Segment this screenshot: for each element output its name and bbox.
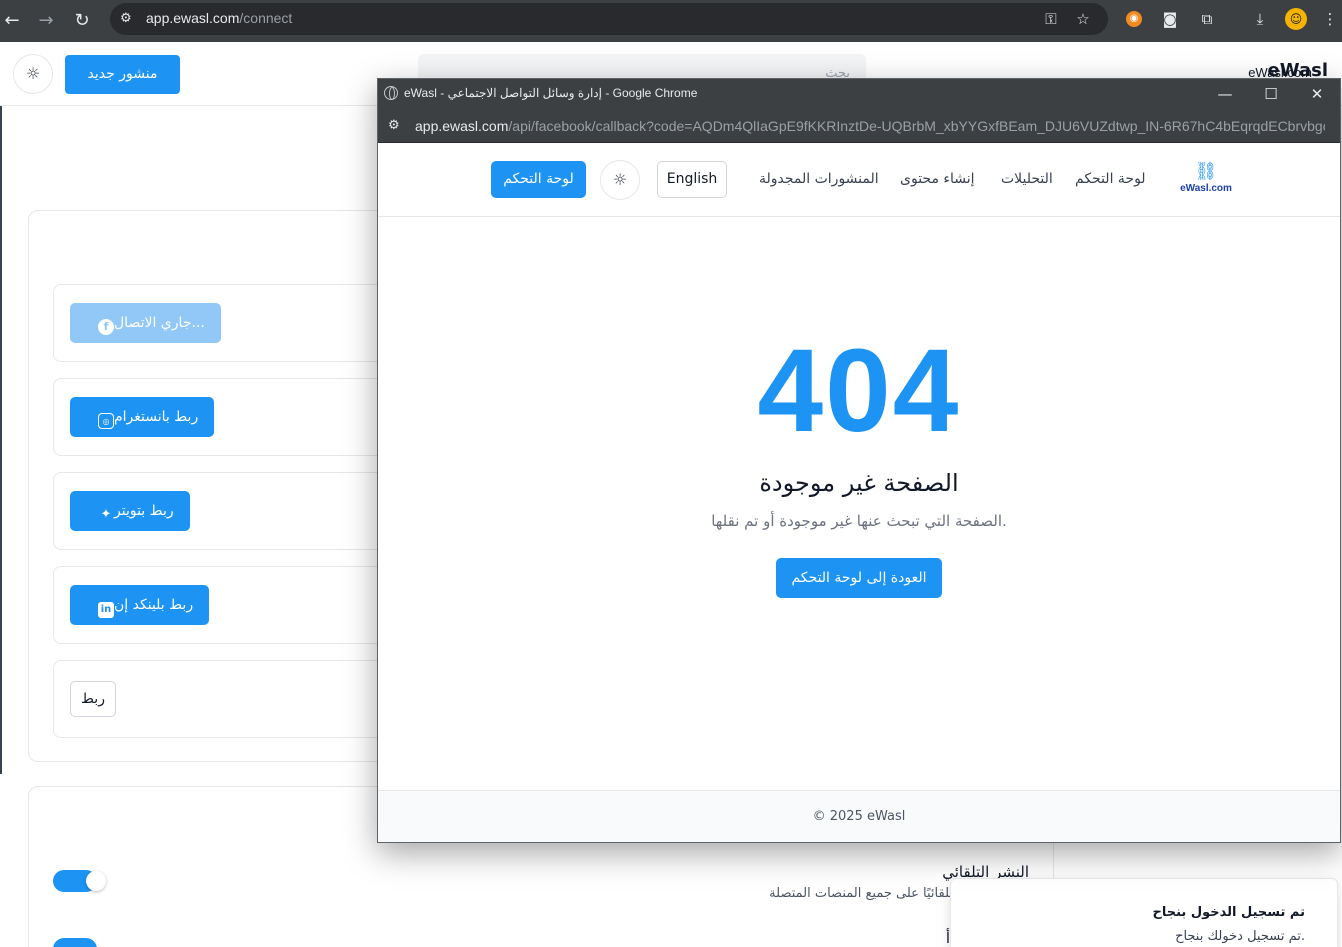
connect-button[interactable]: ربط [70, 681, 116, 717]
language-english-button[interactable]: English [657, 161, 727, 198]
back-arrow-icon[interactable]: ← [0, 9, 24, 33]
popup-address-bar[interactable]: ⚙ app.ewasl.com/api/facebook/callback?co… [378, 109, 1340, 143]
camera-extension-icon[interactable]: ◙ [1160, 9, 1180, 29]
logo-text: eWasl.com [1180, 183, 1232, 194]
star-icon[interactable]: ☆ [1074, 10, 1092, 28]
linkedin-icon: in [98, 602, 114, 618]
browser-toolbar: ← → ↻ ⚙ app.ewasl.com/connect ⚿ ☆ ◉ ◙ ⧉ … [0, 0, 1342, 42]
popup-navbar: ⛓ eWasl.com لوحة التحكم التحليلات إنشاء … [378, 143, 1340, 217]
twitter-icon: ✦ [100, 507, 112, 522]
more-menu-icon[interactable]: ⋮ [1320, 9, 1340, 29]
dashboard-button[interactable]: لوحة التحكم [491, 161, 586, 198]
nav-scheduled-posts[interactable]: المنشورات المجدولة [759, 171, 879, 187]
minimize-icon[interactable]: — [1214, 83, 1236, 105]
facebook-icon: f [98, 319, 114, 335]
popup-footer: © 2025 eWasl [378, 790, 1340, 842]
download-icon[interactable]: ⤓ [1250, 9, 1270, 29]
error-title: الصفحة غير موجودة [759, 469, 959, 497]
address-bar[interactable]: ⚙ app.ewasl.com/connect ⚿ ☆ [110, 3, 1108, 35]
popup-window-title: eWasl - إدارة وسائل التواصل الاجتماعي - … [404, 86, 698, 100]
reload-icon[interactable]: ↻ [70, 9, 94, 33]
extensions-puzzle-icon[interactable]: ⧉ [1197, 9, 1217, 29]
back-to-dashboard-button[interactable]: العودة إلى لوحة التحكم [776, 558, 942, 598]
toast-message: تم تسجيل دخولك بنجاح. [1175, 929, 1305, 944]
profile-avatar[interactable]: ☺ [1285, 8, 1307, 30]
auto-publish-toggle[interactable] [53, 870, 106, 892]
nav-dashboard[interactable]: لوحة التحكم [1075, 171, 1146, 187]
link-chain-icon: ⛓ [1194, 161, 1218, 182]
instagram-icon: ◎ [98, 413, 114, 429]
success-toast: تم تسجيل الدخول بنجاح تم تسجيل دخولك بنج… [950, 878, 1338, 947]
twitter-connect-button[interactable]: ✦ ربط بتويتر [70, 491, 190, 531]
forward-arrow-icon[interactable]: → [34, 9, 58, 33]
sidebar-edge [0, 106, 2, 774]
nav-create-content[interactable]: إنشاء محتوى [900, 171, 975, 187]
maximize-icon[interactable]: ☐ [1260, 83, 1282, 105]
toast-title: تم تسجيل الدخول بنجاح [1152, 905, 1306, 920]
second-toggle[interactable] [53, 938, 97, 947]
toggle-knob [86, 871, 106, 891]
address-url[interactable]: app.ewasl.com/connect [146, 10, 292, 26]
key-icon[interactable]: ⚿ [1042, 10, 1060, 28]
platforms-card: f جاري الاتصال... ◎ ربط بانستغرام ✦ ربط بتو… [28, 210, 453, 762]
instagram-connect-button[interactable]: ◎ ربط بانستغرام [70, 397, 215, 437]
facebook-connect-button[interactable]: f جاري الاتصال... [70, 303, 221, 343]
popup-url[interactable]: app.ewasl.com/api/facebook/callback?code… [415, 118, 1325, 134]
error-code: 404 [757, 325, 961, 457]
sun-icon: ☼ [25, 64, 41, 83]
nav-analytics[interactable]: التحليلات [1001, 171, 1053, 187]
popup-title-bar: eWasl - إدارة وسائل التواصل الاجتماعي - … [378, 79, 1340, 109]
globe-icon [384, 86, 398, 100]
ewasl-logo[interactable]: ⛓ eWasl.com [1176, 161, 1236, 201]
error-description: الصفحة التي تبحث عنها غير موجودة أو تم ن… [711, 512, 1007, 530]
linkedin-connect-button[interactable]: in ربط بلينكد إن [70, 585, 210, 625]
site-settings-icon[interactable]: ⚙ [120, 11, 136, 27]
new-post-button[interactable]: منشور جديد [65, 55, 180, 94]
auto-publish-description: تلقائيًا على جميع المنصات المتصلة [769, 886, 953, 901]
oauth-popup-window: eWasl - إدارة وسائل التواصل الاجتماعي - … [377, 78, 1341, 843]
rss-extension-icon[interactable]: ◉ [1126, 11, 1142, 27]
site-settings-icon[interactable]: ⚙ [388, 118, 400, 133]
theme-toggle-button[interactable]: ☼ [13, 54, 53, 94]
sun-icon: ☼ [612, 170, 628, 189]
popup-theme-toggle-button[interactable]: ☼ [600, 160, 640, 200]
close-icon[interactable]: ✕ [1306, 83, 1328, 105]
